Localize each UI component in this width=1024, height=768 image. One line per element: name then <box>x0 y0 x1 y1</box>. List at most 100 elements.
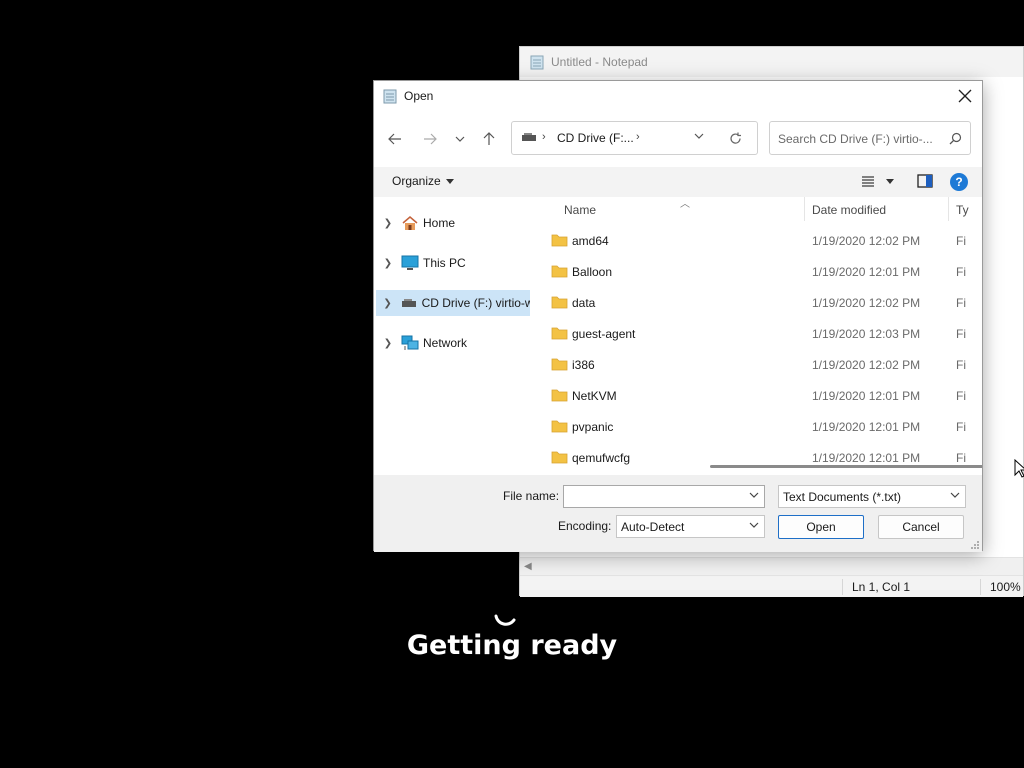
file-name: i386 <box>572 358 595 372</box>
view-options-caret-icon[interactable] <box>886 179 894 184</box>
forward-button[interactable] <box>419 128 441 150</box>
organize-label: Organize <box>392 174 441 188</box>
nav-item-label: Home <box>423 216 456 230</box>
folder-icon <box>551 451 568 464</box>
file-date-modified: 1/19/2020 12:03 PM <box>812 327 921 341</box>
notepad-icon <box>383 89 397 104</box>
file-date-modified: 1/19/2020 12:02 PM <box>812 234 921 248</box>
breadcrumb-separator-icon: › <box>542 131 546 143</box>
file-row[interactable]: i386 1/19/2020 12:02 PM Fi <box>534 350 966 381</box>
file-row[interactable]: guest-agent 1/19/2020 12:03 PM Fi <box>534 319 966 350</box>
expand-chevron-icon[interactable]: ❯ <box>376 338 400 349</box>
nav-item-label: Network <box>423 336 468 350</box>
back-button[interactable] <box>384 128 406 150</box>
chevron-down-icon[interactable] <box>749 492 759 498</box>
nav-item-this-pc[interactable]: ❯ This PC <box>376 250 530 276</box>
organize-button[interactable]: Organize <box>392 174 454 188</box>
file-date-modified: 1/19/2020 12:01 PM <box>812 451 921 465</box>
folder-icon <box>551 420 568 433</box>
search-box[interactable]: Search CD Drive (F:) virtio-... <box>769 121 971 155</box>
cancel-button[interactable]: Cancel <box>878 515 964 539</box>
chevron-down-icon <box>749 522 759 528</box>
file-date-modified: 1/19/2020 12:01 PM <box>812 265 921 279</box>
nav-item-cd-drive[interactable]: ❯ CD Drive (F:) virtio-w <box>376 290 530 316</box>
up-button[interactable] <box>478 128 500 150</box>
scroll-left-icon[interactable]: ◀ <box>524 561 532 572</box>
file-name: qemufwcfg <box>572 451 631 465</box>
expand-chevron-icon[interactable]: ❯ <box>376 258 400 269</box>
this-pc-icon <box>400 255 420 271</box>
column-header-date-modified[interactable]: Date modified <box>812 203 886 217</box>
file-row[interactable]: Balloon 1/19/2020 12:01 PM Fi <box>534 257 966 288</box>
recent-locations-button[interactable] <box>449 128 471 150</box>
dialog-titlebar[interactable]: Open <box>374 81 982 111</box>
file-type-filter[interactable]: Text Documents (*.txt) <box>778 485 966 508</box>
open-button[interactable]: Open <box>778 515 864 539</box>
notepad-horizontal-scrollbar[interactable]: ◀ <box>520 557 1023 575</box>
file-date-modified: 1/19/2020 12:01 PM <box>812 389 921 403</box>
search-icon[interactable] <box>949 132 962 145</box>
folder-icon <box>551 296 568 309</box>
network-icon <box>400 335 420 351</box>
close-icon[interactable] <box>956 87 974 105</box>
notepad-icon <box>530 55 544 70</box>
expand-chevron-icon[interactable]: ❯ <box>376 218 400 229</box>
folder-icon <box>551 358 568 371</box>
column-headers: Name ︿ Date modified Ty <box>534 197 982 223</box>
preview-pane-icon[interactable] <box>917 174 933 188</box>
file-row[interactable]: data 1/19/2020 12:02 PM Fi <box>534 288 966 319</box>
sort-ascending-icon: ︿ <box>680 199 690 210</box>
file-type: Fi <box>956 296 966 310</box>
dialog-footer: File name: Text Documents (*.txt) Encodi… <box>374 475 982 552</box>
column-header-name[interactable]: Name <box>564 203 596 217</box>
column-divider[interactable] <box>804 197 805 221</box>
file-name-field[interactable] <box>563 485 765 508</box>
address-path[interactable]: CD Drive (F:... <box>557 131 634 145</box>
navigation-toolbar: › CD Drive (F:... › Search CD Drive (F:)… <box>374 111 982 167</box>
dialog-title: Open <box>404 89 434 103</box>
cd-drive-icon <box>522 133 536 141</box>
help-icon[interactable]: ? <box>950 173 968 191</box>
file-date-modified: 1/19/2020 12:02 PM <box>812 358 921 372</box>
file-type: Fi <box>956 327 966 341</box>
file-row[interactable]: pvpanic 1/19/2020 12:01 PM Fi <box>534 412 966 443</box>
folder-icon <box>551 327 568 340</box>
file-date-modified: 1/19/2020 12:02 PM <box>812 296 921 310</box>
cd-drive-icon <box>399 295 418 311</box>
nav-item-network[interactable]: ❯ Network <box>376 330 530 356</box>
file-name: NetKVM <box>572 389 617 403</box>
open-dialog: Open › CD Drive (F:... › Search CD Drive… <box>373 80 983 552</box>
refresh-icon[interactable] <box>729 132 742 145</box>
encoding-label: Encoding: <box>558 519 612 533</box>
loading-spinner-icon <box>494 614 516 626</box>
folder-icon <box>551 265 568 278</box>
breadcrumb-separator-icon[interactable]: › <box>636 131 640 143</box>
chevron-down-icon[interactable] <box>694 133 704 139</box>
command-bar: Organize ? <box>374 167 982 197</box>
file-type-value: Text Documents (*.txt) <box>783 490 902 504</box>
chevron-down-icon <box>455 136 465 142</box>
nav-item-home[interactable]: ❯ Home <box>376 210 530 236</box>
expand-chevron-icon[interactable]: ❯ <box>376 298 399 309</box>
file-row[interactable]: NetKVM 1/19/2020 12:01 PM Fi <box>534 381 966 412</box>
navigation-pane: ❯ Home ❯ This PC ❯ CD Drive (F:) virtio-… <box>374 197 534 475</box>
encoding-select[interactable]: Auto-Detect <box>616 515 765 538</box>
folder-icon <box>551 234 568 247</box>
status-message: Getting ready <box>406 630 618 661</box>
arrow-left-icon <box>388 133 401 145</box>
file-name: amd64 <box>572 234 609 248</box>
resize-grip-icon[interactable] <box>971 541 980 550</box>
caret-down-icon <box>445 179 454 185</box>
address-bar[interactable]: › CD Drive (F:... › <box>511 121 758 155</box>
column-header-type[interactable]: Ty <box>956 203 969 217</box>
notepad-titlebar[interactable]: Untitled - Notepad <box>520 47 1023 77</box>
file-row[interactable]: qemufwcfg 1/19/2020 12:01 PM Fi <box>534 443 966 474</box>
search-input[interactable]: Search CD Drive (F:) virtio-... <box>778 132 938 146</box>
file-list: Name ︿ Date modified Ty amd64 1/19/2020 1… <box>534 197 982 475</box>
view-list-icon[interactable] <box>861 174 875 188</box>
file-name: data <box>572 296 596 310</box>
nav-item-label: This PC <box>423 256 466 270</box>
file-row[interactable]: amd64 1/19/2020 12:02 PM Fi <box>534 226 966 257</box>
column-divider[interactable] <box>948 197 949 221</box>
horizontal-scroll-thumb[interactable] <box>710 465 982 468</box>
